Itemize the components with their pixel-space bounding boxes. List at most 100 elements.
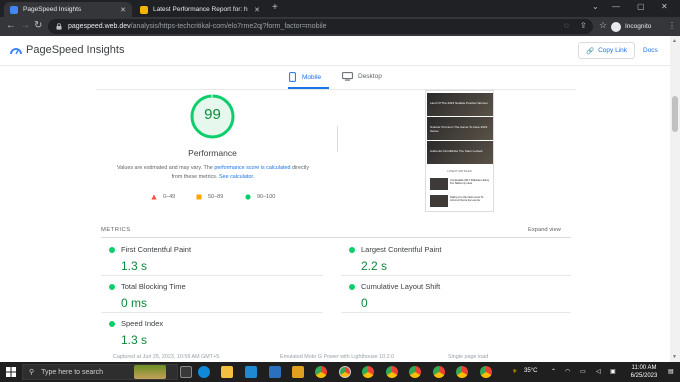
tab-desktop[interactable]: Desktop <box>342 72 382 81</box>
store-icon[interactable] <box>269 366 281 378</box>
screenshot-card: Authentic DroidMode The Stars Locked <box>427 141 493 164</box>
pass-dot-icon <box>109 247 115 253</box>
chrome-icon[interactable] <box>433 366 445 378</box>
screenshot-latest-label: LATEST ARTICLES <box>447 169 472 173</box>
screenshot-article: Unmissable 2017 Pakistan Liberty Pro Sli… <box>430 178 492 190</box>
kebab-menu-icon[interactable]: ⋮ <box>668 21 678 31</box>
copy-link-label: Copy Link <box>598 47 627 54</box>
app-icon[interactable] <box>292 366 304 378</box>
maximize-icon[interactable]: ▢ <box>637 2 645 11</box>
chrome-icon[interactable] <box>456 366 468 378</box>
divider <box>101 237 571 238</box>
chrome-icon[interactable] <box>315 366 327 378</box>
score-calculation-link[interactable]: performance score is calculated <box>214 165 290 171</box>
back-arrow-icon[interactable]: ← <box>6 20 16 32</box>
window-close-icon[interactable]: ✕ <box>661 2 668 11</box>
tab-pagespeed[interactable]: PageSpeed Insights ✕ <box>4 2 132 17</box>
reload-icon[interactable]: ↻ <box>34 20 42 32</box>
weather-sun-icon[interactable]: ☀ <box>512 368 517 375</box>
performance-score-value: 99 <box>204 106 221 123</box>
bookmark-star-icon[interactable]: ☆ <box>599 20 609 30</box>
calculator-link[interactable]: See calculator. <box>219 174 254 180</box>
page-load-type: Single page load <box>448 354 489 360</box>
forward-arrow-icon[interactable]: → <box>20 20 30 32</box>
battery-icon[interactable]: ▭ <box>580 368 586 375</box>
edge-icon[interactable] <box>198 366 210 378</box>
incognito-label: Incognito <box>625 23 652 30</box>
expand-view-button[interactable]: Expand view <box>528 227 561 233</box>
pagespeed-logo-icon <box>10 48 22 55</box>
weather-widget-icon[interactable] <box>134 365 166 379</box>
network-icon[interactable]: ▣ <box>610 368 616 375</box>
chrome-icon[interactable] <box>339 366 351 378</box>
green-circle-icon <box>245 194 251 200</box>
windows-taskbar: ⚲ Type here to search ☀ 35°C ⌃ ◠ ▭ ◁ ▣ 1… <box>0 362 680 382</box>
legend-fail-range: 0–49 <box>163 194 176 200</box>
metric-name: First Contentful Paint <box>121 245 192 254</box>
volume-icon[interactable]: ◁ <box>596 368 601 375</box>
tray-chevron-icon[interactable]: ⌃ <box>551 368 556 375</box>
new-tab-plus-icon[interactable]: + <box>272 3 278 13</box>
clock-date: 6/25/2023 <box>630 373 658 379</box>
legend-pass-range: 90–100 <box>257 194 276 200</box>
page-title: PageSpeed Insights <box>26 44 125 56</box>
chrome-icon[interactable] <box>386 366 398 378</box>
metric-tbt: Total Blocking Time 0 ms <box>101 276 321 310</box>
clock-time: 11:00 AM <box>631 365 657 371</box>
url-path: /analysis/https-techcritikal-com/elo7rme… <box>130 23 327 30</box>
chrome-icon[interactable] <box>480 366 492 378</box>
legend-average-range: 50–89 <box>208 194 224 200</box>
page-scrollbar[interactable]: ▲ ▼ <box>670 36 680 362</box>
close-icon[interactable]: ✕ <box>254 6 260 14</box>
file-explorer-icon[interactable] <box>221 366 233 378</box>
temperature[interactable]: 35°C <box>524 368 537 374</box>
emulated-device: Emulated Moto G Power with Lighthouse 10… <box>280 354 395 360</box>
link-icon: 🔗 <box>586 47 595 55</box>
windows-start-icon[interactable] <box>6 367 16 377</box>
tab-title: PageSpeed Insights <box>23 6 82 13</box>
browser-tab-strip: PageSpeed Insights ✕ Latest Performance … <box>0 0 680 17</box>
tab-mobile[interactable]: Mobile <box>289 72 321 82</box>
psi-header: PageSpeed Insights 🔗 Copy Link Docs <box>0 36 670 66</box>
divider <box>96 89 576 90</box>
captured-at: Captured at Jun 25, 2023, 10:59 AM GMT+5 <box>113 354 220 360</box>
metric-name: Total Blocking Time <box>121 282 186 291</box>
legend-average: 50–89 <box>196 194 223 200</box>
orange-square-icon <box>196 194 202 200</box>
screenshot-card-caption: Authentic DroidMode The Stars Locked <box>430 149 483 153</box>
eye-crossed-icon[interactable]: ◌ <box>564 21 574 31</box>
screenshot-card-caption: Snarker Premium The Game To Face 2023 Se… <box>430 125 488 133</box>
notification-icon[interactable]: ▤ <box>668 368 674 375</box>
screenshot-card-caption: Land Of The 2023 Notable Positive Women <box>430 101 488 105</box>
tab-report[interactable]: Latest Performance Report for: h ✕ <box>134 2 266 17</box>
performance-label: Performance <box>188 148 237 158</box>
wifi-icon[interactable]: ◠ <box>565 368 570 375</box>
score-disclaimer: Values are estimated and may vary. The p… <box>112 164 314 182</box>
metric-name: Largest Contentful Paint <box>361 245 442 254</box>
minimize-icon[interactable]: — <box>612 2 620 11</box>
scroll-down-icon[interactable]: ▼ <box>672 354 677 360</box>
disclaimer-text-a: Values are estimated and may vary. The <box>116 165 215 171</box>
copy-link-button[interactable]: 🔗 Copy Link <box>578 42 635 59</box>
metric-value: 0 <box>361 296 368 310</box>
incognito-profile-button[interactable]: Incognito <box>611 20 651 33</box>
address-bar[interactable]: pagespeed.web.dev/analysis/https-techcri… <box>48 19 593 34</box>
system-clock[interactable]: 11:00 AM 6/25/2023 <box>622 364 666 380</box>
metric-cls: Cumulative Layout Shift 0 <box>341 276 561 310</box>
run-details-strip: Captured at Jun 25, 2023, 10:59 AM GMT+5… <box>101 354 571 362</box>
tab-search-chevron-icon[interactable]: ⌄ <box>592 2 599 11</box>
scroll-up-icon[interactable]: ▲ <box>672 38 677 44</box>
docs-link[interactable]: Docs <box>643 47 658 54</box>
scroll-thumb[interactable] <box>672 96 678 132</box>
url-host: pagespeed.web.dev <box>68 23 131 30</box>
share-icon[interactable]: ⇪ <box>580 21 590 31</box>
article-title: Taking It to the Next Level To Arrive At… <box>450 196 484 203</box>
screenshot-article: Taking It to the Next Level To Arrive At… <box>430 195 492 207</box>
screenshot-card: Land Of The 2023 Notable Positive Women <box>427 93 493 116</box>
chrome-icon[interactable] <box>362 366 374 378</box>
close-icon[interactable]: ✕ <box>120 6 126 14</box>
chrome-icon[interactable] <box>409 366 421 378</box>
red-triangle-icon <box>151 194 157 200</box>
vscode-icon[interactable] <box>245 366 257 378</box>
task-view-icon[interactable] <box>180 366 192 378</box>
